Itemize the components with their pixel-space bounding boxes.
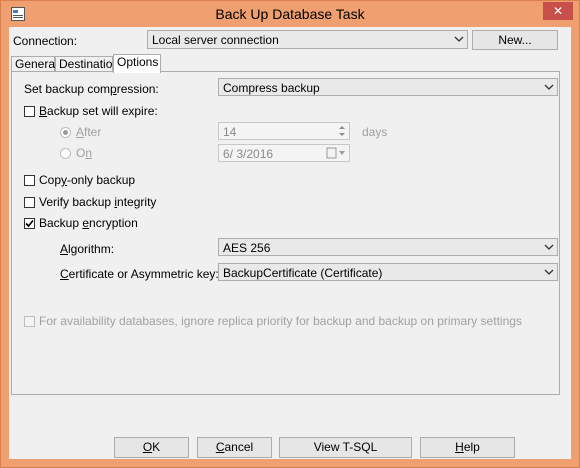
certificate-label: Certificate or Asymmetric key:: [60, 267, 219, 281]
checkmark-icon: [25, 219, 34, 228]
compression-value: Compress backup: [223, 81, 320, 95]
ok-button[interactable]: OK: [114, 437, 189, 458]
cancel-button[interactable]: Cancel: [197, 437, 272, 458]
chevron-down-icon: [544, 244, 554, 250]
spinner-arrows-icon: [339, 126, 345, 136]
calendar-icon: [326, 147, 345, 159]
algorithm-value: AES 256: [223, 241, 271, 255]
tab-general[interactable]: General: [11, 56, 58, 72]
algorithm-select[interactable]: AES 256: [218, 238, 558, 256]
chevron-down-icon: [454, 36, 464, 42]
tab-options[interactable]: Options: [113, 54, 161, 73]
copy-only-checkbox[interactable]: [24, 175, 35, 186]
copy-only-label: Copy-only backup: [39, 173, 136, 187]
dialog-body: Connection: Local server connection New.…: [9, 27, 571, 459]
options-panel: Set backup compression: Compress backup …: [11, 71, 560, 395]
dialog-window: Back Up Database Task ✕ Connection: Loca…: [0, 0, 580, 468]
chevron-down-icon: [544, 84, 554, 90]
new-connection-button[interactable]: New...: [472, 30, 558, 50]
tab-destination[interactable]: Destination: [55, 56, 119, 72]
close-icon: ✕: [552, 4, 564, 18]
encryption-label: Backup encryption: [39, 216, 138, 230]
on-radio[interactable]: [60, 148, 71, 159]
after-days-value: 14: [223, 125, 237, 139]
close-button[interactable]: ✕: [543, 2, 573, 20]
verify-integrity-checkbox[interactable]: [24, 197, 35, 208]
on-label: On: [76, 146, 93, 160]
compression-label: Set backup compression:: [24, 82, 159, 96]
connection-label: Connection:: [13, 34, 78, 48]
after-days-spinner[interactable]: 14: [218, 122, 350, 140]
help-button[interactable]: Help: [420, 437, 515, 458]
connection-value: Local server connection: [152, 33, 279, 47]
verify-integrity-label: Verify backup integrity: [39, 195, 157, 209]
certificate-value: BackupCertificate (Certificate): [223, 266, 383, 280]
view-tsql-button[interactable]: View T-SQL: [279, 437, 412, 458]
availability-checkbox[interactable]: [24, 316, 35, 327]
on-date-value: 6/ 3/2016: [223, 147, 274, 161]
window-title: Back Up Database Task: [215, 6, 365, 22]
certificate-select[interactable]: BackupCertificate (Certificate): [218, 263, 558, 281]
chevron-down-icon: [544, 269, 554, 275]
algorithm-label: Algorithm:: [60, 242, 115, 256]
expire-checkbox[interactable]: [24, 106, 35, 117]
title-bar[interactable]: Back Up Database Task ✕: [1, 1, 579, 27]
after-radio[interactable]: [60, 127, 71, 138]
compression-select[interactable]: Compress backup: [218, 78, 558, 96]
expire-label: Backup set will expire:: [39, 104, 158, 118]
after-label: After: [76, 125, 102, 139]
connection-select[interactable]: Local server connection: [147, 30, 468, 49]
on-date-picker[interactable]: 6/ 3/2016: [218, 144, 350, 162]
availability-label: For availability databases, ignore repli…: [39, 314, 522, 328]
encryption-checkbox[interactable]: [24, 218, 35, 229]
days-label: days: [362, 125, 388, 139]
